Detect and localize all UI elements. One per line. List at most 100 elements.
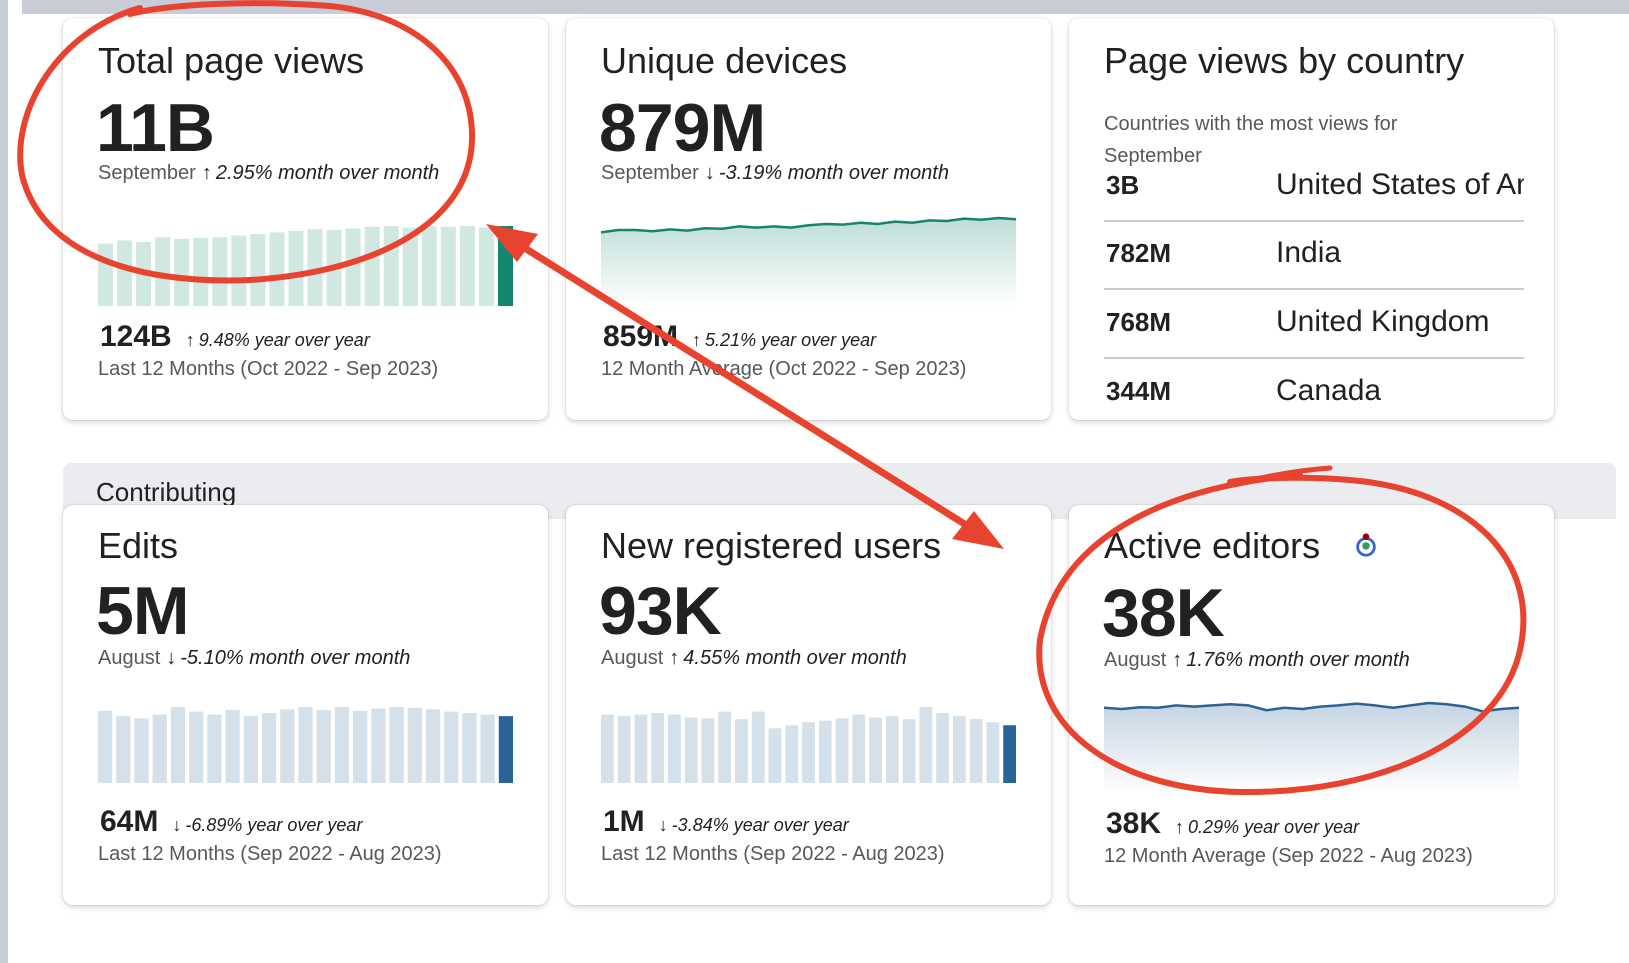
footer-range: Last 12 Months (Sep 2022 - Aug 2023): [601, 843, 945, 865]
change-text: 4.55% month over month: [683, 647, 907, 669]
footer-total: 859M: [603, 320, 679, 353]
chart-bar: [116, 716, 131, 783]
footer-value: 38K ↑ 0.29% year over year: [1106, 807, 1359, 841]
active-editors-card[interactable]: Active editors 38K August ↑ 1.76% month ov…: [1069, 505, 1554, 905]
chart-bar: [919, 707, 933, 783]
arrow-up-icon: ↑: [185, 330, 195, 350]
country-row[interactable]: 3B United States of America: [1104, 150, 1524, 222]
chart-bar: [785, 725, 799, 783]
change-text: -3.19% month over month: [718, 162, 949, 184]
footer-change-text: 0.29% year over year: [1188, 817, 1360, 837]
chart-bar: [421, 226, 437, 306]
chart-bar: [170, 707, 186, 783]
card-title: Active editors: [1104, 525, 1321, 566]
chart-bar: [835, 718, 849, 783]
chart-bar: [307, 229, 323, 306]
country-name: United States of America: [1276, 168, 1524, 201]
chart-bar: [617, 716, 631, 783]
unique-devices-area-chart: [601, 216, 1016, 308]
card-title: Edits: [98, 525, 179, 566]
chart-bar: [316, 710, 331, 783]
country-value: 3B: [1106, 170, 1140, 200]
footer-total: 64M: [100, 805, 159, 838]
chart-bar: [231, 235, 247, 306]
period-label: September: [98, 162, 196, 184]
chart-bar: [936, 713, 949, 783]
chart-bar: [98, 710, 113, 783]
chart-bar: [326, 230, 342, 306]
chart-bar: [383, 226, 399, 306]
chart-bar: [718, 711, 732, 783]
chart-bar: [902, 719, 916, 783]
chart-bar: [193, 238, 209, 306]
chart-bar: [634, 714, 648, 783]
chart-bar: [353, 710, 368, 783]
active-editors-area-chart: [1104, 701, 1519, 793]
section-title: Contributing: [96, 477, 237, 507]
chart-bar: [852, 714, 866, 783]
chart-bar: [98, 243, 114, 306]
window-left-edge: [0, 0, 8, 963]
chart-bar: [345, 228, 361, 306]
country-row[interactable]: 768M United Kingdom: [1104, 287, 1524, 359]
chart-bar: [701, 718, 715, 783]
chart-bar: [189, 711, 204, 783]
chart-bar: [751, 711, 765, 783]
chart-bar: [155, 237, 171, 306]
card-title: New registered users: [601, 525, 942, 566]
chart-bar: [462, 713, 477, 783]
period-label: August: [98, 647, 161, 669]
edits-card[interactable]: Edits 5M August ↓ -5.10% month over month …: [63, 505, 548, 905]
arrow-down-icon: ↓: [658, 815, 668, 835]
chart-bar: [684, 717, 698, 783]
arrow-up-icon: ↑: [1175, 817, 1185, 837]
chart-bar: [402, 227, 418, 306]
card-title: Page views by country: [1104, 40, 1465, 81]
page-views-by-country-card[interactable]: Page views by country Countries with the…: [1069, 18, 1554, 420]
chart-bar: [802, 722, 815, 783]
country-name: United Kingdom: [1276, 305, 1490, 338]
chart-bar: [134, 718, 149, 783]
footer-change-text: 5.21% year over year: [705, 330, 877, 350]
footer-range: 12 Month Average (Sep 2022 - Aug 2023): [1104, 845, 1473, 867]
chart-bar: [152, 714, 167, 783]
chart-bar: [885, 716, 899, 783]
country-value: 782M: [1106, 238, 1172, 268]
chart-bar: [869, 717, 882, 783]
chart-bar: [497, 226, 513, 306]
page-views-bar-chart: [98, 226, 513, 306]
footer-change-text: -3.84% year over year: [671, 815, 849, 835]
unique-devices-card[interactable]: Unique devices 879M September ↓ -3.19% mon…: [566, 18, 1051, 420]
change-text: -5.10% month over month: [180, 647, 411, 669]
chart-bar: [280, 709, 295, 783]
metric-change: August ↑ 1.76% month over month: [1104, 649, 1410, 672]
arrow-up-icon: ↑: [201, 162, 212, 184]
footer-change: ↓ -3.84% year over year: [659, 815, 849, 835]
change-text: 1.76% month over month: [1186, 649, 1410, 671]
card-title: Total page views: [98, 40, 365, 81]
chart-bar: [334, 707, 350, 783]
period-label: August: [601, 647, 664, 669]
country-row[interactable]: 344M Canada: [1104, 356, 1524, 416]
chart-bar: [952, 716, 966, 783]
footer-value: 124B ↑ 9.48% year over year: [100, 320, 370, 354]
country-name: India: [1276, 236, 1342, 269]
footer-total: 1M: [603, 805, 645, 838]
chart-bar: [250, 234, 266, 306]
chart-bar: [601, 714, 614, 783]
edits-bar-chart: [98, 707, 513, 783]
new-registered-users-card[interactable]: New registered users 93K August ↑ 4.55% mo…: [566, 505, 1051, 905]
arrow-up-icon: ↑: [692, 330, 702, 350]
metric-value: 38K: [1102, 575, 1225, 651]
footer-change-text: -6.89% year over year: [185, 815, 363, 835]
metric-change: September ↓ -3.19% month over month: [601, 162, 949, 185]
metric-change: September ↑ 2.95% month over month: [98, 162, 439, 185]
total-page-views-card[interactable]: Total page views 11B September ↑ 2.95% mon…: [63, 18, 548, 420]
period-label: August: [1104, 649, 1167, 671]
country-row[interactable]: 782M India: [1104, 218, 1524, 290]
arrow-down-icon: ↓: [704, 162, 715, 184]
metric-value: 879M: [599, 90, 766, 166]
chart-bar: [986, 722, 1000, 783]
country-value: 768M: [1106, 307, 1172, 337]
change-text: 2.95% month over month: [215, 162, 440, 184]
